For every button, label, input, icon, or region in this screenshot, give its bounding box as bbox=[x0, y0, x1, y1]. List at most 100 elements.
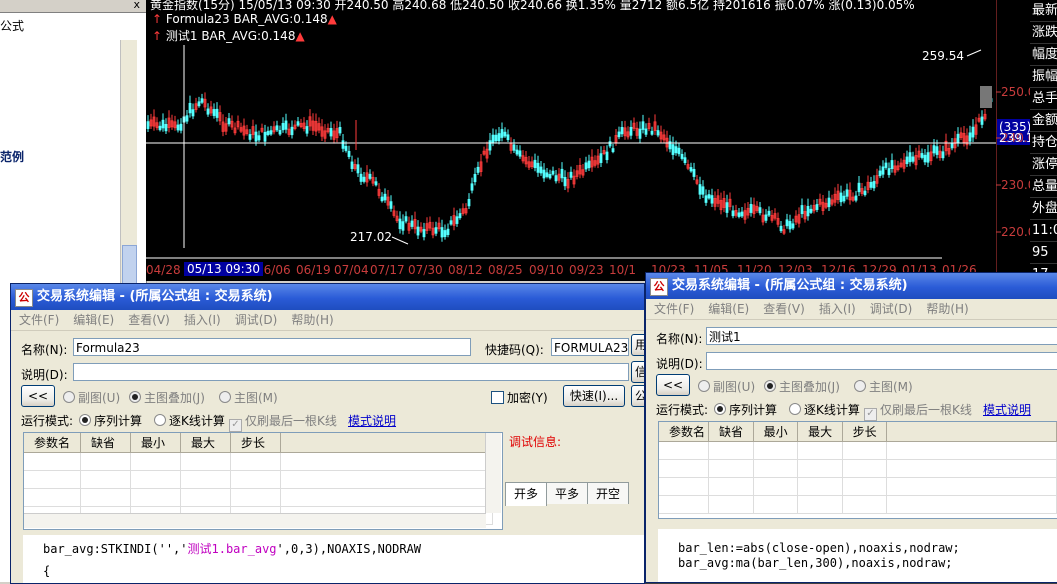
win1-params-hscroll[interactable] bbox=[24, 513, 486, 528]
candle-body bbox=[638, 128, 642, 139]
win2-titlebar[interactable]: 公交易系统编辑 - (所属公式组 : 交易系统) bbox=[646, 273, 1057, 299]
win1-signal-tabs[interactable]: 开多 平多 开空 bbox=[505, 482, 630, 506]
win2-params-grid[interactable]: 参数名 缺省 最小 最大 步长 bbox=[658, 421, 1057, 519]
price-axis: 250.0240.0230.0220.0(335)239.1 bbox=[996, 0, 1030, 272]
win1-mode-seq[interactable]: 序列计算 bbox=[79, 412, 142, 429]
menu-item[interactable]: 插入(I) bbox=[819, 302, 856, 316]
win2-mode-kline[interactable]: 逐K线计算 bbox=[789, 401, 860, 418]
candle-body bbox=[188, 102, 192, 114]
win2-name-input[interactable]: 测试1 bbox=[706, 327, 1057, 345]
win2-code-editor[interactable]: bar_len:=abs(close-open),noaxis,nodraw; b… bbox=[658, 529, 1057, 582]
grid-header-cell[interactable]: 缺省 bbox=[80, 433, 131, 453]
grid-header-cell[interactable]: 参数名 bbox=[24, 433, 81, 453]
grid-row[interactable] bbox=[24, 452, 493, 471]
win2-mode-help-link[interactable]: 模式说明 bbox=[983, 401, 1031, 418]
tree-scroll-thumb[interactable] bbox=[122, 245, 137, 287]
win1-radio-mainchart[interactable]: 主图(M) bbox=[219, 389, 278, 406]
win1-mode-kline[interactable]: 逐K线计算 bbox=[154, 412, 225, 429]
grid-header-filler bbox=[280, 433, 493, 453]
candle-body bbox=[854, 195, 858, 201]
win1-name-input[interactable]: Formula23 bbox=[73, 338, 471, 356]
candle-body bbox=[980, 116, 984, 125]
grid-row[interactable] bbox=[659, 441, 1057, 460]
win1-quick-button[interactable]: 快速(I)... bbox=[563, 385, 625, 407]
candle-body bbox=[404, 216, 408, 222]
win1-side-button-1[interactable]: 用 bbox=[631, 334, 644, 356]
win1-encrypt-checkbox[interactable]: 加密(Y) bbox=[491, 389, 548, 406]
win1-only-last-checkbox[interactable]: ✓ 仅刷最后一根K线 bbox=[229, 412, 337, 432]
win1-code-editor[interactable]: bar_avg:STKINDI('','测试1.bar_avg',0,3),NO… bbox=[23, 535, 644, 583]
win2-only-last-checkbox[interactable]: ✓ 仅刷最后一根K线 bbox=[864, 401, 972, 421]
grid-row[interactable] bbox=[659, 477, 1057, 496]
menu-item[interactable]: 查看(V) bbox=[128, 313, 170, 327]
candle-body bbox=[503, 131, 507, 137]
formula-app-icon: 公 bbox=[650, 278, 668, 296]
win1-radio-main-overlay[interactable]: 主图叠加(J) bbox=[129, 389, 205, 406]
grid-header-cell[interactable]: 参数名 bbox=[659, 422, 710, 442]
menu-item[interactable]: 编辑(E) bbox=[708, 302, 749, 316]
win1-side-button-3[interactable]: 公 bbox=[631, 385, 644, 407]
menu-item[interactable]: 文件(F) bbox=[19, 313, 59, 327]
candle-body bbox=[737, 212, 741, 217]
grid-row[interactable] bbox=[24, 470, 493, 489]
win1-params-vscroll[interactable] bbox=[485, 433, 501, 513]
candle-body bbox=[449, 220, 453, 225]
win1-side-button-2[interactable]: 信 bbox=[631, 361, 644, 383]
menu-item[interactable]: 帮助(H) bbox=[926, 302, 968, 316]
trading-system-editor-window-2[interactable]: 公交易系统编辑 - (所属公式组 : 交易系统) 文件(F) 编辑(E) 查看(V)… bbox=[645, 272, 1057, 583]
menu-item[interactable]: 文件(F) bbox=[654, 302, 694, 316]
candle-body bbox=[533, 159, 537, 169]
grid-header-cell[interactable]: 缺省 bbox=[708, 422, 754, 442]
tree-item-example[interactable]: 范例 bbox=[0, 148, 24, 165]
menu-item[interactable]: 编辑(E) bbox=[73, 313, 114, 327]
grid-header-cell[interactable]: 最大 bbox=[180, 433, 231, 453]
win1-mode-help-link[interactable]: 模式说明 bbox=[348, 412, 396, 429]
signal-tab[interactable]: 平多 bbox=[546, 482, 589, 504]
signal-tab[interactable]: 开空 bbox=[587, 482, 630, 504]
candle-body bbox=[707, 194, 711, 199]
grid-header-cell[interactable]: 步长 bbox=[842, 422, 888, 442]
menu-item[interactable]: 调试(D) bbox=[235, 313, 278, 327]
grid-header-cell[interactable]: 最小 bbox=[130, 433, 181, 453]
candle-body bbox=[191, 109, 195, 117]
candle-body bbox=[926, 152, 930, 163]
candle-body bbox=[440, 227, 444, 238]
candle-body bbox=[467, 198, 471, 207]
candle-body bbox=[629, 126, 633, 136]
candle-body bbox=[281, 123, 285, 131]
grid-header-cell[interactable]: 最大 bbox=[797, 422, 843, 442]
win2-radio-mainchart[interactable]: 主图(M) bbox=[854, 378, 913, 395]
grid-row[interactable] bbox=[659, 495, 1057, 514]
grid-row[interactable] bbox=[659, 459, 1057, 478]
radio-circle-icon bbox=[854, 380, 866, 392]
grid-header-cell[interactable]: 步长 bbox=[230, 433, 281, 453]
win2-radio-main-overlay[interactable]: 主图叠加(J) bbox=[764, 378, 840, 395]
candle-body bbox=[536, 162, 540, 173]
win1-collapse-button[interactable]: << bbox=[21, 385, 55, 407]
grid-row[interactable] bbox=[24, 488, 493, 507]
candle-body bbox=[764, 214, 768, 221]
tree-scrollbar[interactable] bbox=[120, 40, 137, 290]
win1-desc-input[interactable] bbox=[73, 363, 629, 381]
menu-item[interactable]: 调试(D) bbox=[870, 302, 913, 316]
menu-item[interactable]: 插入(I) bbox=[184, 313, 221, 327]
win2-collapse-button[interactable]: << bbox=[656, 374, 690, 396]
win2-name-label: 名称(N): bbox=[656, 332, 703, 346]
tree-close-mark[interactable]: x bbox=[133, 0, 140, 11]
candle-body bbox=[455, 216, 459, 224]
signal-tab[interactable]: 开多 bbox=[505, 482, 548, 506]
tree-item-formula[interactable]: 公式 bbox=[0, 17, 24, 34]
win2-radio-subchart[interactable]: 副图(U) bbox=[698, 378, 755, 395]
win1-radio-subchart[interactable]: 副图(U) bbox=[63, 389, 120, 406]
candle-body bbox=[758, 207, 762, 214]
menu-item[interactable]: 帮助(H) bbox=[291, 313, 333, 327]
menu-item[interactable]: 查看(V) bbox=[763, 302, 805, 316]
grid-header-cell[interactable]: 最小 bbox=[753, 422, 799, 442]
candle-body bbox=[398, 218, 402, 230]
win2-mode-seq[interactable]: 序列计算 bbox=[714, 401, 777, 418]
price-tick-label: 220.0 bbox=[1001, 225, 1030, 239]
trading-system-editor-window-1[interactable]: 公交易系统编辑 - (所属公式组 : 交易系统) 文件(F) 编辑(E) 查看(V)… bbox=[10, 283, 645, 584]
win1-shortcut-input[interactable]: FORMULA23 bbox=[551, 338, 629, 356]
win2-desc-input[interactable] bbox=[706, 352, 1057, 370]
win1-titlebar[interactable]: 公交易系统编辑 - (所属公式组 : 交易系统) bbox=[11, 284, 644, 310]
